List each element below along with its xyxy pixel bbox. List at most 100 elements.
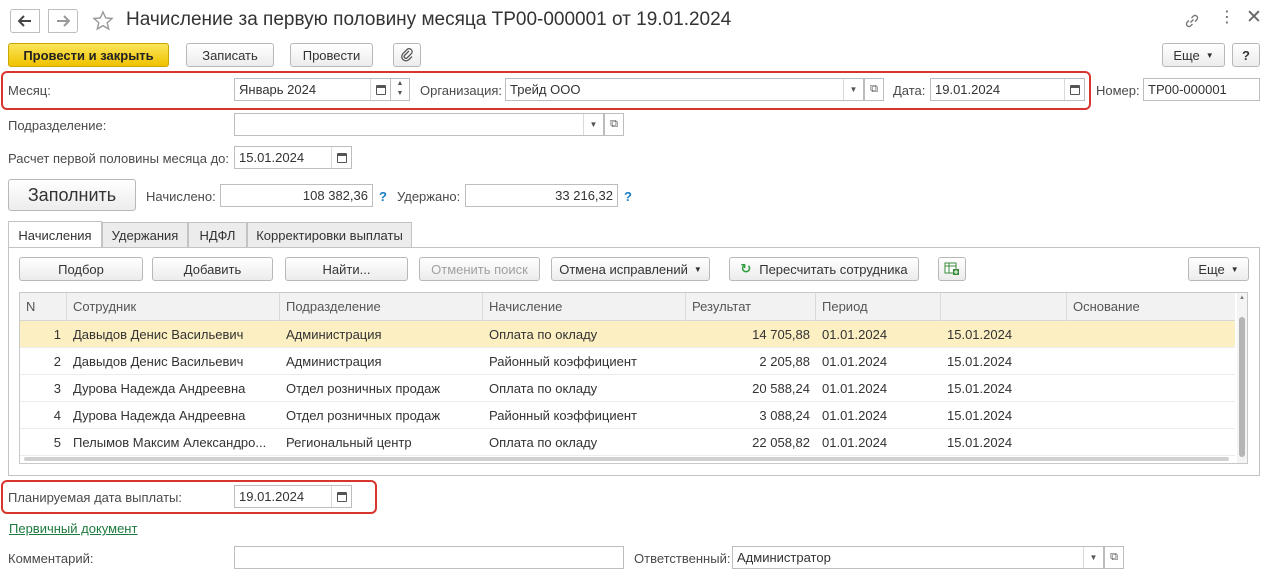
cell-division[interactable]: Отдел розничных продаж bbox=[280, 402, 483, 429]
cell-employee[interactable]: Давыдов Денис Васильевич bbox=[67, 348, 280, 375]
fill-button[interactable]: Заполнить bbox=[8, 179, 136, 211]
organization-dropdown-button[interactable]: ▼ bbox=[843, 79, 863, 100]
spin-down-icon[interactable]: ▼ bbox=[391, 89, 409, 99]
column-header-employee[interactable]: Сотрудник bbox=[67, 293, 280, 321]
division-field[interactable]: ▼ bbox=[234, 113, 604, 136]
spin-up-icon[interactable]: ▲ bbox=[391, 79, 409, 89]
horizontal-scrollbar[interactable] bbox=[20, 455, 1237, 463]
cell-n[interactable]: 1 bbox=[20, 321, 67, 348]
accrued-help-icon[interactable]: ? bbox=[379, 189, 387, 204]
cell-period-start[interactable]: 01.01.2024 bbox=[816, 321, 941, 348]
cell-n[interactable]: 3 bbox=[20, 375, 67, 402]
withheld-help-icon[interactable]: ? bbox=[624, 189, 632, 204]
column-header-basis[interactable]: Основание bbox=[1067, 293, 1235, 321]
cell-n[interactable]: 5 bbox=[20, 429, 67, 456]
post-and-close-button[interactable]: Провести и закрыть bbox=[8, 43, 169, 67]
attach-button[interactable] bbox=[393, 43, 421, 67]
scroll-up-icon[interactable]: ▲ bbox=[1237, 293, 1247, 303]
column-header-period[interactable]: Период bbox=[816, 293, 941, 321]
cell-basis[interactable] bbox=[1067, 402, 1235, 429]
organization-open-button[interactable]: ⧉ bbox=[864, 78, 884, 101]
table-row[interactable]: 2 Давыдов Денис Васильевич Администрация Ра… bbox=[20, 348, 1235, 375]
hscrollbar-thumb[interactable] bbox=[24, 457, 1229, 461]
back-button[interactable] bbox=[10, 9, 40, 33]
table-row[interactable]: 1 Давыдов Денис Васильевич Администрация Оп… bbox=[20, 321, 1235, 348]
add-table-button[interactable] bbox=[938, 257, 966, 281]
pay-date-field[interactable]: 19.01.2024 bbox=[234, 485, 352, 508]
month-field[interactable]: Январь 2024 bbox=[234, 78, 391, 101]
tab-withholdings[interactable]: Удержания bbox=[102, 222, 188, 247]
table-row[interactable]: 4 Дурова Надежда Андреевна Отдел розничных… bbox=[20, 402, 1235, 429]
organization-field[interactable]: Трейд ООО ▼ bbox=[505, 78, 864, 101]
column-header-n[interactable]: N bbox=[20, 293, 67, 321]
division-dropdown-button[interactable]: ▼ bbox=[583, 114, 603, 135]
accruals-table[interactable]: N Сотрудник Подразделение Начисление Рез… bbox=[19, 292, 1248, 464]
cell-basis[interactable] bbox=[1067, 321, 1235, 348]
cell-division[interactable]: Администрация bbox=[280, 348, 483, 375]
cell-result[interactable]: 22 058,82 bbox=[686, 429, 816, 456]
calc-until-field[interactable]: 15.01.2024 bbox=[234, 146, 352, 169]
cell-accrual[interactable]: Оплата по окладу bbox=[483, 429, 686, 456]
find-button[interactable]: Найти... bbox=[285, 257, 408, 281]
recalc-employee-button[interactable]: ↻ Пересчитать сотрудника bbox=[729, 257, 919, 281]
pay-date-calendar-button[interactable] bbox=[331, 486, 351, 507]
cell-period-start[interactable]: 01.01.2024 bbox=[816, 429, 941, 456]
forward-button[interactable] bbox=[48, 9, 78, 33]
tab-accruals[interactable]: Начисления bbox=[8, 221, 102, 248]
division-open-button[interactable]: ⧉ bbox=[604, 113, 624, 136]
cell-employee[interactable]: Давыдов Денис Васильевич bbox=[67, 321, 280, 348]
cell-period-end[interactable]: 15.01.2024 bbox=[941, 321, 1067, 348]
column-header-accrual[interactable]: Начисление bbox=[483, 293, 686, 321]
add-button[interactable]: Добавить bbox=[152, 257, 273, 281]
save-button[interactable]: Записать bbox=[186, 43, 274, 67]
cell-period-start[interactable]: 01.01.2024 bbox=[816, 402, 941, 429]
cell-employee[interactable]: Дурова Надежда Андреевна bbox=[67, 375, 280, 402]
column-header-result[interactable]: Результат bbox=[686, 293, 816, 321]
table-more-button[interactable]: Еще ▼ bbox=[1188, 257, 1249, 281]
link-icon[interactable] bbox=[1183, 12, 1201, 30]
cell-n[interactable]: 2 bbox=[20, 348, 67, 375]
select-button[interactable]: Подбор bbox=[19, 257, 143, 281]
cell-division[interactable]: Администрация bbox=[280, 321, 483, 348]
cancel-fixes-button[interactable]: Отмена исправлений ▼ bbox=[551, 257, 710, 281]
help-button[interactable]: ? bbox=[1232, 43, 1260, 67]
cell-employee[interactable]: Пелымов Максим Александро... bbox=[67, 429, 280, 456]
close-icon[interactable]: ✕ bbox=[1246, 8, 1262, 27]
responsible-field[interactable]: Администратор ▼ bbox=[732, 546, 1104, 569]
more-vertical-icon[interactable]: ⋮ bbox=[1219, 10, 1235, 26]
cell-n[interactable]: 4 bbox=[20, 402, 67, 429]
cell-result[interactable]: 2 205,88 bbox=[686, 348, 816, 375]
vertical-scrollbar[interactable]: ▲ bbox=[1237, 293, 1247, 463]
cell-period-end[interactable]: 15.01.2024 bbox=[941, 429, 1067, 456]
tab-ndfl[interactable]: НДФЛ bbox=[188, 222, 247, 247]
cell-basis[interactable] bbox=[1067, 348, 1235, 375]
responsible-dropdown-button[interactable]: ▼ bbox=[1083, 547, 1103, 568]
post-button[interactable]: Провести bbox=[290, 43, 373, 67]
cell-period-start[interactable]: 01.01.2024 bbox=[816, 348, 941, 375]
cell-period-end[interactable]: 15.01.2024 bbox=[941, 375, 1067, 402]
cell-accrual[interactable]: Оплата по окладу bbox=[483, 321, 686, 348]
column-header-period-end[interactable] bbox=[941, 293, 1067, 321]
cell-result[interactable]: 20 588,24 bbox=[686, 375, 816, 402]
cell-employee[interactable]: Дурова Надежда Андреевна bbox=[67, 402, 280, 429]
tab-payment-corrections[interactable]: Корректировки выплаты bbox=[247, 222, 412, 247]
favorite-star-icon[interactable] bbox=[92, 10, 114, 32]
number-field[interactable]: ТР00-000001 bbox=[1143, 78, 1260, 101]
responsible-open-button[interactable]: ⧉ bbox=[1104, 546, 1124, 569]
date-calendar-button[interactable] bbox=[1064, 79, 1084, 100]
cell-period-start[interactable]: 01.01.2024 bbox=[816, 375, 941, 402]
column-header-division[interactable]: Подразделение bbox=[280, 293, 483, 321]
comment-field[interactable] bbox=[234, 546, 624, 569]
cell-period-end[interactable]: 15.01.2024 bbox=[941, 402, 1067, 429]
table-row[interactable]: 3 Дурова Надежда Андреевна Отдел розничных… bbox=[20, 375, 1235, 402]
month-spinner[interactable]: ▲ ▼ bbox=[390, 78, 410, 101]
cell-accrual[interactable]: Районный коэффициент bbox=[483, 348, 686, 375]
cell-accrual[interactable]: Оплата по окладу bbox=[483, 375, 686, 402]
cell-result[interactable]: 14 705,88 bbox=[686, 321, 816, 348]
table-row[interactable]: 5 Пелымов Максим Александро... Региональны… bbox=[20, 429, 1235, 456]
cell-accrual[interactable]: Районный коэффициент bbox=[483, 402, 686, 429]
cancel-search-button[interactable]: Отменить поиск bbox=[419, 257, 540, 281]
cell-division[interactable]: Региональный центр bbox=[280, 429, 483, 456]
calc-until-calendar-button[interactable] bbox=[331, 147, 351, 168]
month-calendar-button[interactable] bbox=[370, 79, 390, 100]
